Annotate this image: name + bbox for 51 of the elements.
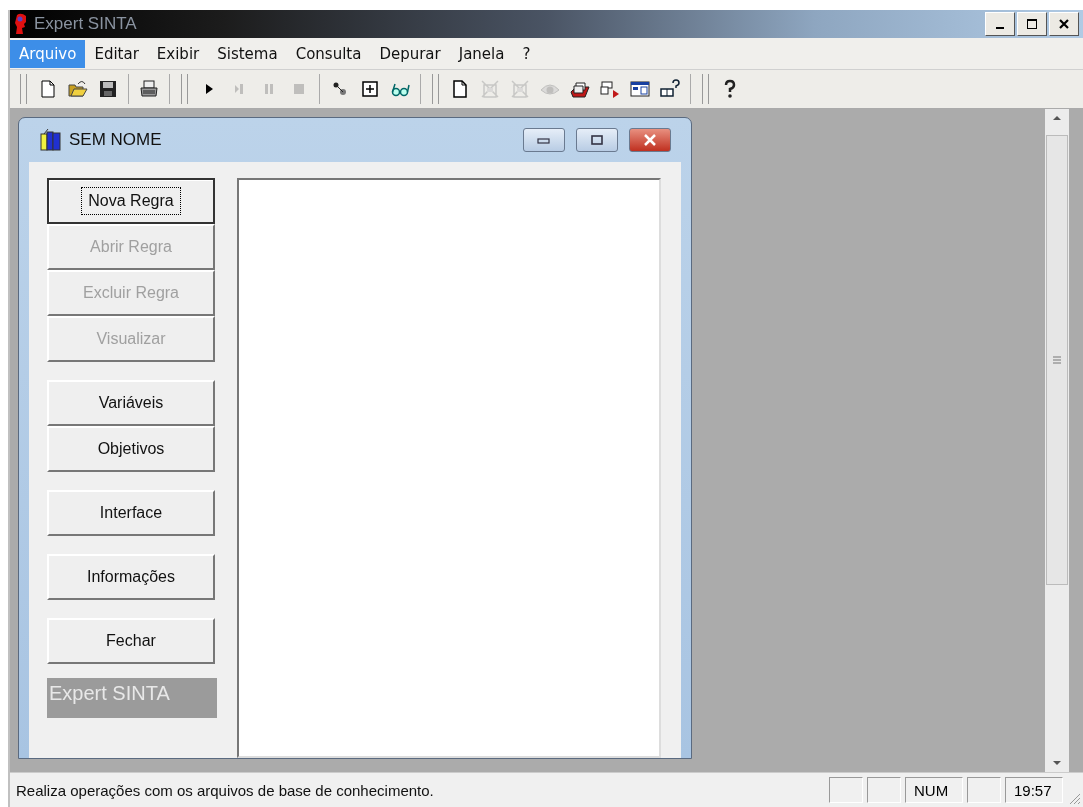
vertical-scrollbar[interactable] [1045, 109, 1069, 772]
child-window-title: SEM NOME [69, 130, 162, 150]
status-panel: NUM [905, 777, 963, 803]
status-panel [867, 777, 901, 803]
page-icon [450, 79, 470, 99]
menu-item[interactable]: Sistema [208, 39, 287, 68]
restore-button[interactable] [576, 128, 618, 152]
window-arrow-icon [600, 79, 620, 99]
command-button[interactable]: Objetivos [47, 426, 215, 472]
restore-icon [590, 135, 604, 145]
open-folder-icon [68, 79, 88, 99]
scroll-down-icon[interactable] [1052, 758, 1062, 768]
head-icon [14, 13, 28, 35]
toolbar-grip[interactable] [20, 74, 27, 104]
menu-item[interactable]: Consulta [286, 39, 371, 68]
close-icon [1059, 19, 1069, 29]
card-stack-icon [570, 79, 590, 99]
command-button[interactable]: Nova Regra [47, 178, 215, 224]
command-button[interactable]: Informações [47, 554, 215, 600]
menu-item[interactable]: Depurar [370, 39, 450, 68]
resize-grip-icon [1067, 791, 1081, 805]
toolbar-grip[interactable] [432, 74, 439, 104]
toolbar-grip[interactable] [181, 74, 188, 104]
minimize-icon [996, 27, 1004, 29]
printer-icon [139, 79, 159, 99]
grip-icon [1053, 356, 1061, 364]
menu-item[interactable]: Exibir [147, 39, 209, 68]
maximize-button[interactable] [1017, 12, 1047, 36]
book-help-icon [660, 79, 680, 99]
command-button[interactable]: Interface [47, 490, 215, 536]
maximize-icon [1027, 19, 1037, 29]
scroll-up-icon[interactable] [1052, 113, 1062, 123]
menu-item[interactable]: Editar [85, 39, 148, 68]
status-panel: 19:57 [1005, 777, 1063, 803]
command-button[interactable]: Variáveis [47, 380, 215, 426]
logo-banner: Expert SINTA [47, 678, 217, 718]
books-icon [39, 129, 63, 151]
status-panel [829, 777, 863, 803]
toolbar-grip[interactable] [702, 74, 709, 104]
minimize-icon [537, 136, 551, 144]
scroll-thumb[interactable] [1046, 135, 1068, 585]
plus-box-icon [360, 79, 380, 99]
command-button[interactable]: Fechar [47, 618, 215, 664]
menu-item[interactable]: ? [513, 39, 540, 68]
menu-item[interactable]: Janela [449, 39, 514, 68]
status-message: Realiza operações com os arquivos de base de conhecimento. [16, 781, 434, 799]
close-icon [643, 134, 657, 146]
status-panel [967, 777, 1001, 803]
window-title: Expert SINTA [34, 14, 137, 34]
form-window-icon [630, 79, 650, 99]
new-file-icon [38, 79, 58, 99]
